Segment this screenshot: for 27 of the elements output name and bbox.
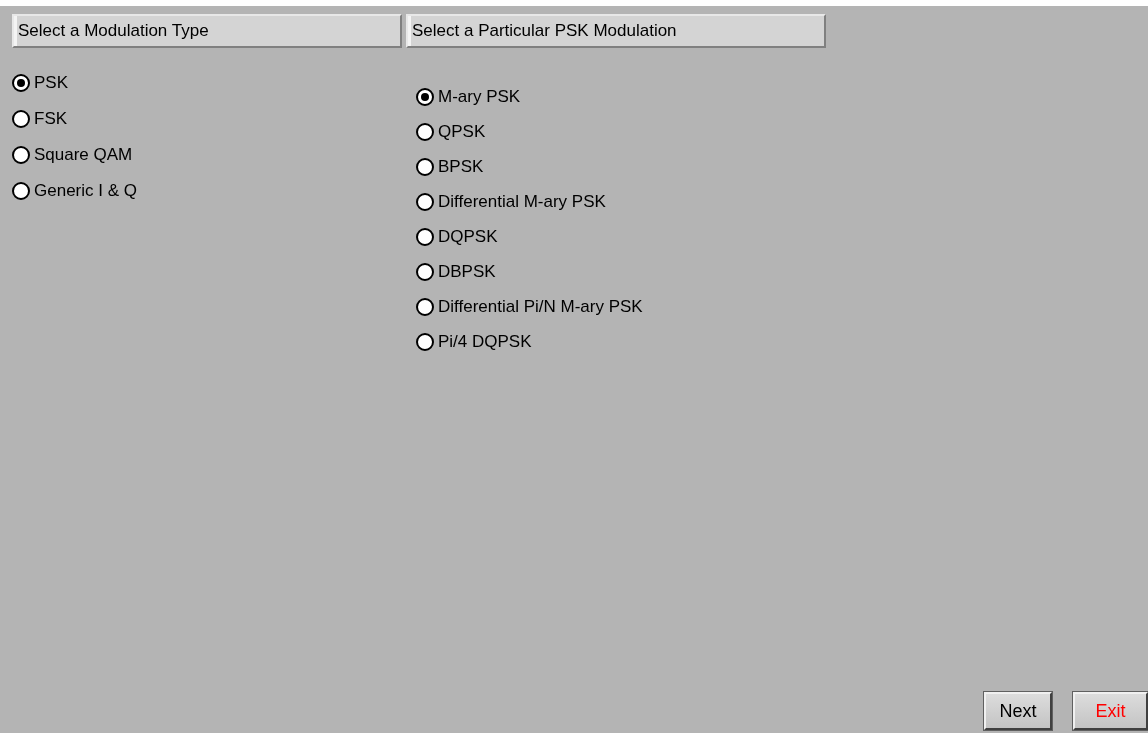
option-label: DQPSK (438, 226, 498, 247)
radio-button[interactable] (416, 192, 434, 211)
radio-button[interactable] (416, 87, 434, 106)
option-label: Square QAM (34, 144, 133, 165)
option-label: DBPSK (438, 261, 496, 282)
radio-button[interactable] (12, 109, 30, 128)
option-label: M-ary PSK (438, 86, 521, 107)
option-label: PSK (34, 72, 69, 93)
option-label: FSK (34, 108, 68, 129)
radio-button[interactable] (12, 73, 30, 92)
section-header: Select a Particular PSK Modulation (406, 14, 826, 48)
radio-button[interactable] (12, 145, 30, 164)
option-label: Pi/4 DQPSK (438, 331, 532, 352)
next-button[interactable]: Next (984, 692, 1052, 730)
radio-button[interactable] (416, 122, 434, 141)
radio-button[interactable] (416, 227, 434, 246)
radio-button[interactable] (416, 157, 434, 176)
option-label: Differential M-ary PSK (438, 191, 606, 212)
option-label: BPSK (438, 156, 484, 177)
option-label: Differential Pi/N M-ary PSK (438, 296, 643, 317)
radio-button[interactable] (416, 262, 434, 281)
option-label: QPSK (438, 121, 486, 142)
option-label: Generic I & Q (34, 180, 137, 201)
radio-button[interactable] (12, 181, 30, 200)
radio-button[interactable] (416, 332, 434, 351)
radio-button[interactable] (416, 297, 434, 316)
section-header: Select a Modulation Type (12, 14, 402, 48)
